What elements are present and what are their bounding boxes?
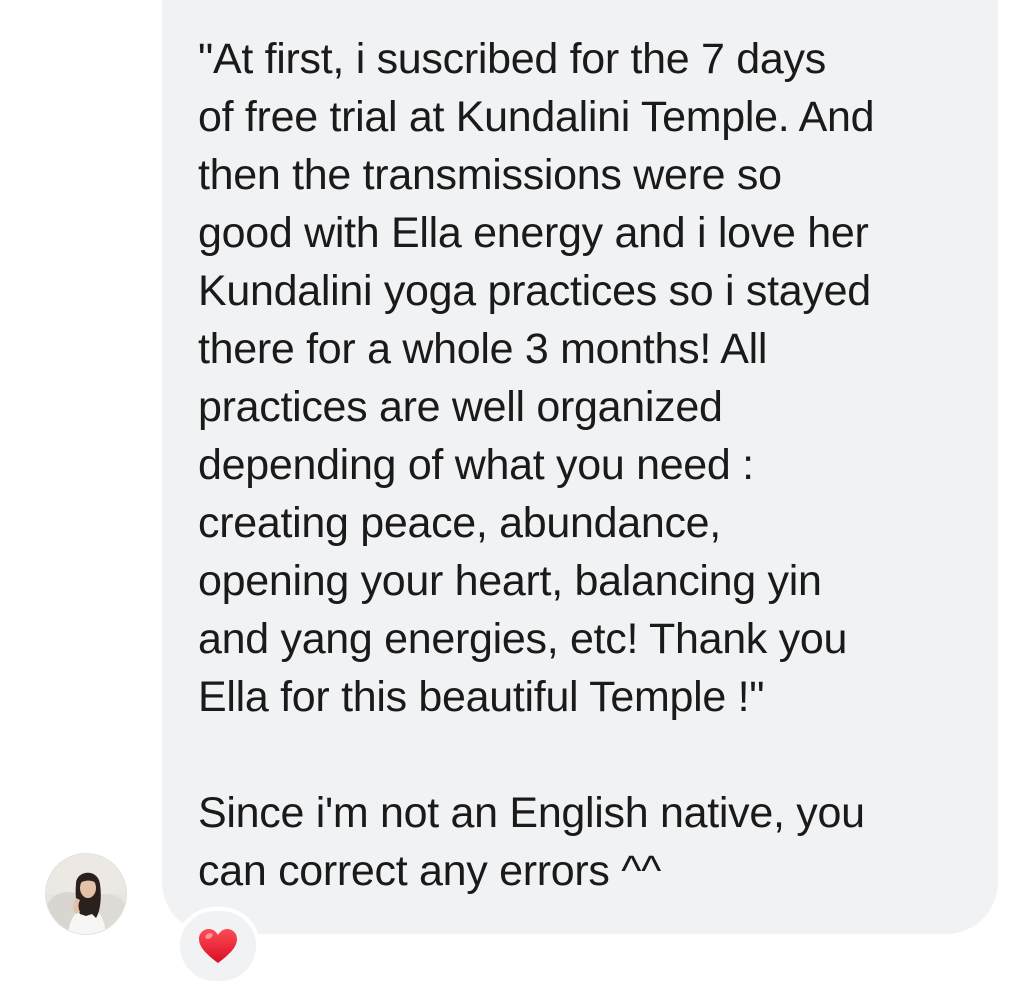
chat-thread: "At first, i suscribed for the 7 days of…	[0, 0, 1024, 989]
reaction-badge[interactable]	[176, 907, 260, 985]
avatar-photo-icon	[46, 854, 126, 934]
sender-avatar[interactable]	[46, 854, 126, 934]
red-heart-icon	[199, 929, 237, 963]
message-text: "At first, i suscribed for the 7 days of…	[198, 35, 875, 895]
